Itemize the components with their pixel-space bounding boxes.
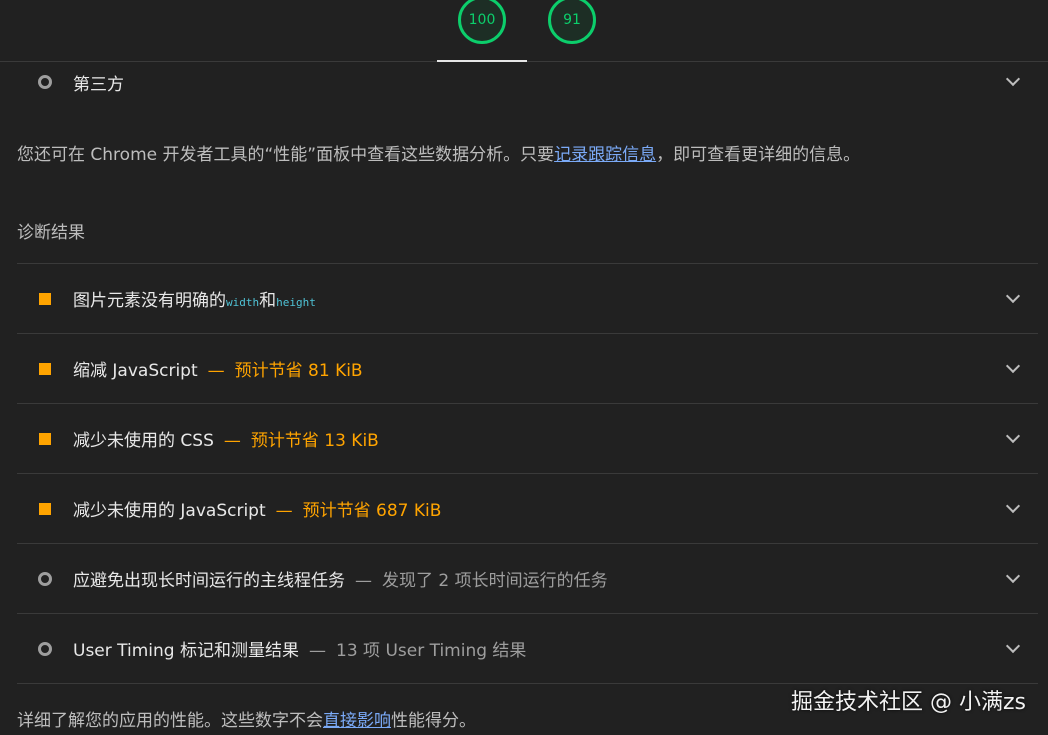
score-gauge-accessibility[interactable]: 91: [548, 0, 596, 44]
chevron-down-icon[interactable]: [1005, 288, 1021, 303]
audit-title: 第三方: [73, 74, 124, 95]
info-text: 发现了 2 项长时间运行的任务: [382, 571, 608, 591]
audit-unused-css[interactable]: 减少未使用的 CSS — 预计节省 13 KiB: [17, 404, 1038, 474]
watermark: 掘金技术社区 @ 小满zs: [791, 690, 1026, 715]
chevron-down-icon[interactable]: [1005, 498, 1021, 513]
warning-square-icon: [39, 502, 51, 515]
warning-square-icon: [39, 432, 51, 445]
audit-unused-js[interactable]: 减少未使用的 JavaScript — 预计节省 687 KiB: [17, 474, 1038, 544]
chevron-down-icon[interactable]: [1005, 428, 1021, 443]
score-value: 91: [563, 12, 581, 28]
savings-text: 预计节省 687 KiB: [302, 501, 442, 521]
audit-title: 减少未使用的 CSS — 预计节省 13 KiB: [73, 431, 379, 451]
audit-unsized-images[interactable]: 图片元素没有明确的width和height: [17, 264, 1038, 334]
warning-square-icon: [39, 292, 51, 305]
score-value: 100: [468, 12, 496, 28]
audit-title: 减少未使用的 JavaScript — 预计节省 687 KiB: [73, 501, 442, 521]
audit-user-timings[interactable]: User Timing 标记和测量结果 —13 项 User Timing 结果: [17, 614, 1038, 684]
intro-text: 您还可在 Chrome 开发者工具的“性能”面板中查看这些数据分析。只要记录跟踪…: [17, 145, 861, 165]
score-gauge-performance[interactable]: 100: [458, 0, 506, 44]
audit-long-tasks[interactable]: 应避免出现长时间运行的主线程任务 — 发现了 2 项长时间运行的任务: [17, 544, 1038, 614]
info-text: 13 项 User Timing 结果: [336, 641, 527, 661]
circle-info-icon: [38, 641, 52, 656]
warning-square-icon: [39, 362, 51, 375]
score-header: 100 91: [0, 0, 1048, 62]
savings-text: 预计节省 13 KiB: [250, 431, 379, 451]
direct-impact-link[interactable]: 直接影响: [323, 711, 391, 731]
chevron-down-icon[interactable]: [1005, 71, 1021, 87]
audit-title: User Timing 标记和测量结果 —13 项 User Timing 结果: [73, 641, 527, 661]
record-trace-link[interactable]: 记录跟踪信息: [554, 145, 656, 165]
diagnostics-section-title: 诊断结果: [17, 223, 85, 243]
audit-minify-js[interactable]: 缩减 JavaScript — 预计节省 81 KiB: [17, 334, 1038, 404]
footer-text: 详细了解您的应用的性能。这些数字不会直接影响性能得分。: [17, 711, 476, 731]
chevron-down-icon[interactable]: [1005, 358, 1021, 373]
audit-title: 应避免出现长时间运行的主线程任务 — 发现了 2 项长时间运行的任务: [73, 571, 608, 591]
audit-title: 缩减 JavaScript — 预计节省 81 KiB: [73, 361, 363, 381]
chevron-down-icon[interactable]: [1005, 638, 1021, 653]
savings-text: 预计节省 81 KiB: [234, 361, 363, 381]
audit-third-party[interactable]: 第三方: [17, 62, 1038, 102]
circle-info-icon: [38, 571, 52, 586]
audit-title: 图片元素没有明确的width和height: [73, 291, 316, 311]
chevron-down-icon[interactable]: [1005, 568, 1021, 583]
circle-info-icon: [38, 75, 52, 89]
